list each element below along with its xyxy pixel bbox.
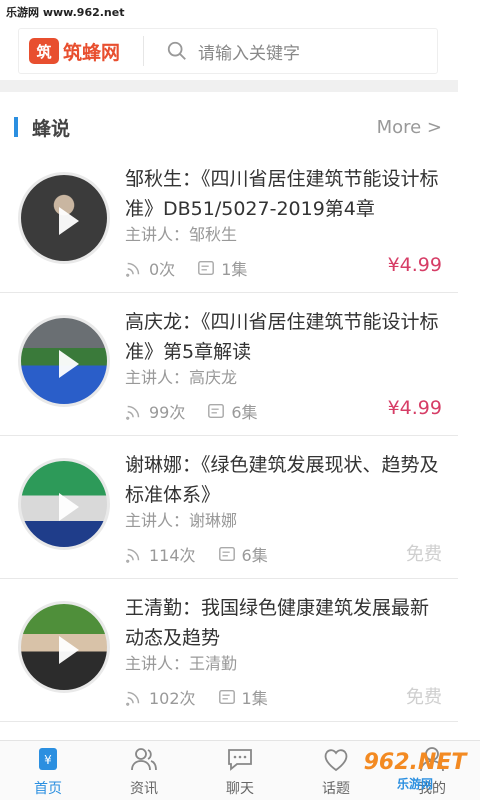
episodes-icon: [218, 689, 235, 705]
play-icon: [59, 636, 79, 664]
play-icon: [59, 493, 79, 521]
list-item[interactable]: 高庆龙：《四川省居住建筑节能设计标准》第5章解读 主讲人：高庆龙 99次 6集 …: [0, 293, 458, 436]
tab-label: 聊天: [226, 781, 254, 797]
chat-icon: [228, 749, 252, 771]
play-count: 102次: [149, 689, 196, 708]
watermark-small: 乐游网: [396, 777, 433, 791]
search-icon: [167, 41, 186, 60]
item-price: 免费: [406, 687, 442, 708]
tab-chat[interactable]: 聊天: [192, 741, 288, 800]
people-icon: [131, 748, 157, 771]
section-header: 蜂说 More >: [14, 112, 442, 142]
item-meta: 99次 6集: [125, 399, 280, 423]
play-icon: [59, 350, 79, 378]
list-item[interactable]: 邹秋生：《四川省居住建筑节能设计标准》DB51/5027-2019第4章 主讲人…: [0, 150, 458, 293]
item-speaker: 主讲人：邹秋生: [125, 225, 238, 244]
listen-icon: [126, 548, 140, 563]
svg-text:¥: ¥: [44, 753, 52, 767]
speaker-avatar: [18, 172, 110, 264]
item-title: 邹秋生：《四川省居住建筑节能设计标准》DB51/5027-2019第4章: [125, 168, 439, 220]
episode-count: 6集: [231, 403, 258, 422]
logo-icon: 筑: [29, 38, 59, 64]
heart-icon: [324, 749, 348, 772]
search-box[interactable]: 请输入关键字: [144, 28, 437, 74]
item-meta: 114次 6集: [125, 542, 290, 566]
episodes-icon: [218, 546, 235, 562]
watermark-big: 962.NET: [363, 750, 467, 775]
search-placeholder: 请输入关键字: [198, 43, 300, 64]
episode-count: 6集: [241, 546, 268, 565]
list-item[interactable]: 谢琳娜：《绿色建筑发展现状、趋势及标准体系》 主讲人：谢琳娜 114次 6集 免…: [0, 436, 458, 579]
item-price: ¥4.99: [387, 254, 442, 276]
logo-text: 筑蜂网: [63, 41, 121, 64]
episode-count: 1集: [221, 260, 248, 279]
item-price: 免费: [406, 544, 442, 565]
section-accent-bar: [14, 117, 18, 137]
listen-icon: [126, 262, 140, 277]
list-item[interactable]: 王清勤：我国绿色健康建筑发展最新动态及趋势 主讲人：王清勤 102次 1集 免费: [0, 579, 458, 722]
tab-label: 首页: [34, 781, 62, 797]
speaker-avatar: [18, 315, 110, 407]
play-count: 99次: [149, 403, 186, 422]
watermark-text: 乐游网 www.962.net: [6, 6, 125, 19]
logo[interactable]: 筑 筑蜂网: [19, 36, 144, 66]
item-price: ¥4.99: [387, 397, 442, 419]
speaker-avatar: [18, 601, 110, 693]
tab-label: 话题: [322, 781, 350, 797]
episodes-icon: [208, 403, 225, 419]
tab-home[interactable]: ¥ 首页: [0, 741, 96, 800]
app-header: 筑 筑蜂网 请输入关键字: [0, 22, 458, 80]
lecture-list: 邹秋生：《四川省居住建筑节能设计标准》DB51/5027-2019第4章 主讲人…: [0, 150, 458, 722]
section-title-text: 蜂说: [32, 117, 71, 140]
play-count: 114次: [149, 546, 196, 565]
item-meta: 0次 1集: [125, 256, 269, 280]
divider: [0, 80, 458, 92]
item-title: 王清勤：我国绿色健康建筑发展最新动态及趋势: [125, 597, 430, 649]
episode-count: 1集: [241, 689, 268, 708]
tab-label: 资讯: [130, 781, 158, 797]
item-speaker: 主讲人：谢琳娜: [125, 511, 238, 530]
listen-icon: [126, 405, 140, 420]
section-title: 蜂说: [14, 114, 70, 141]
speaker-avatar: [18, 458, 110, 550]
header-bar: 筑 筑蜂网 请输入关键字: [18, 28, 438, 74]
play-icon: [59, 207, 79, 235]
item-title: 谢琳娜：《绿色建筑发展现状、趋势及标准体系》: [125, 454, 439, 506]
item-speaker: 主讲人：王清勤: [125, 654, 238, 673]
play-count: 0次: [149, 260, 176, 279]
item-speaker: 主讲人：高庆龙: [125, 368, 238, 387]
listen-icon: [126, 691, 140, 706]
item-title: 高庆龙：《四川省居住建筑节能设计标准》第5章解读: [125, 311, 439, 363]
watermark-logo: 962.NET 乐游网: [350, 742, 480, 800]
item-meta: 102次 1集: [125, 685, 290, 709]
more-link[interactable]: More >: [377, 117, 442, 138]
home-icon: ¥: [39, 748, 57, 770]
episodes-icon: [198, 260, 215, 276]
tab-news[interactable]: 资讯: [96, 741, 192, 800]
